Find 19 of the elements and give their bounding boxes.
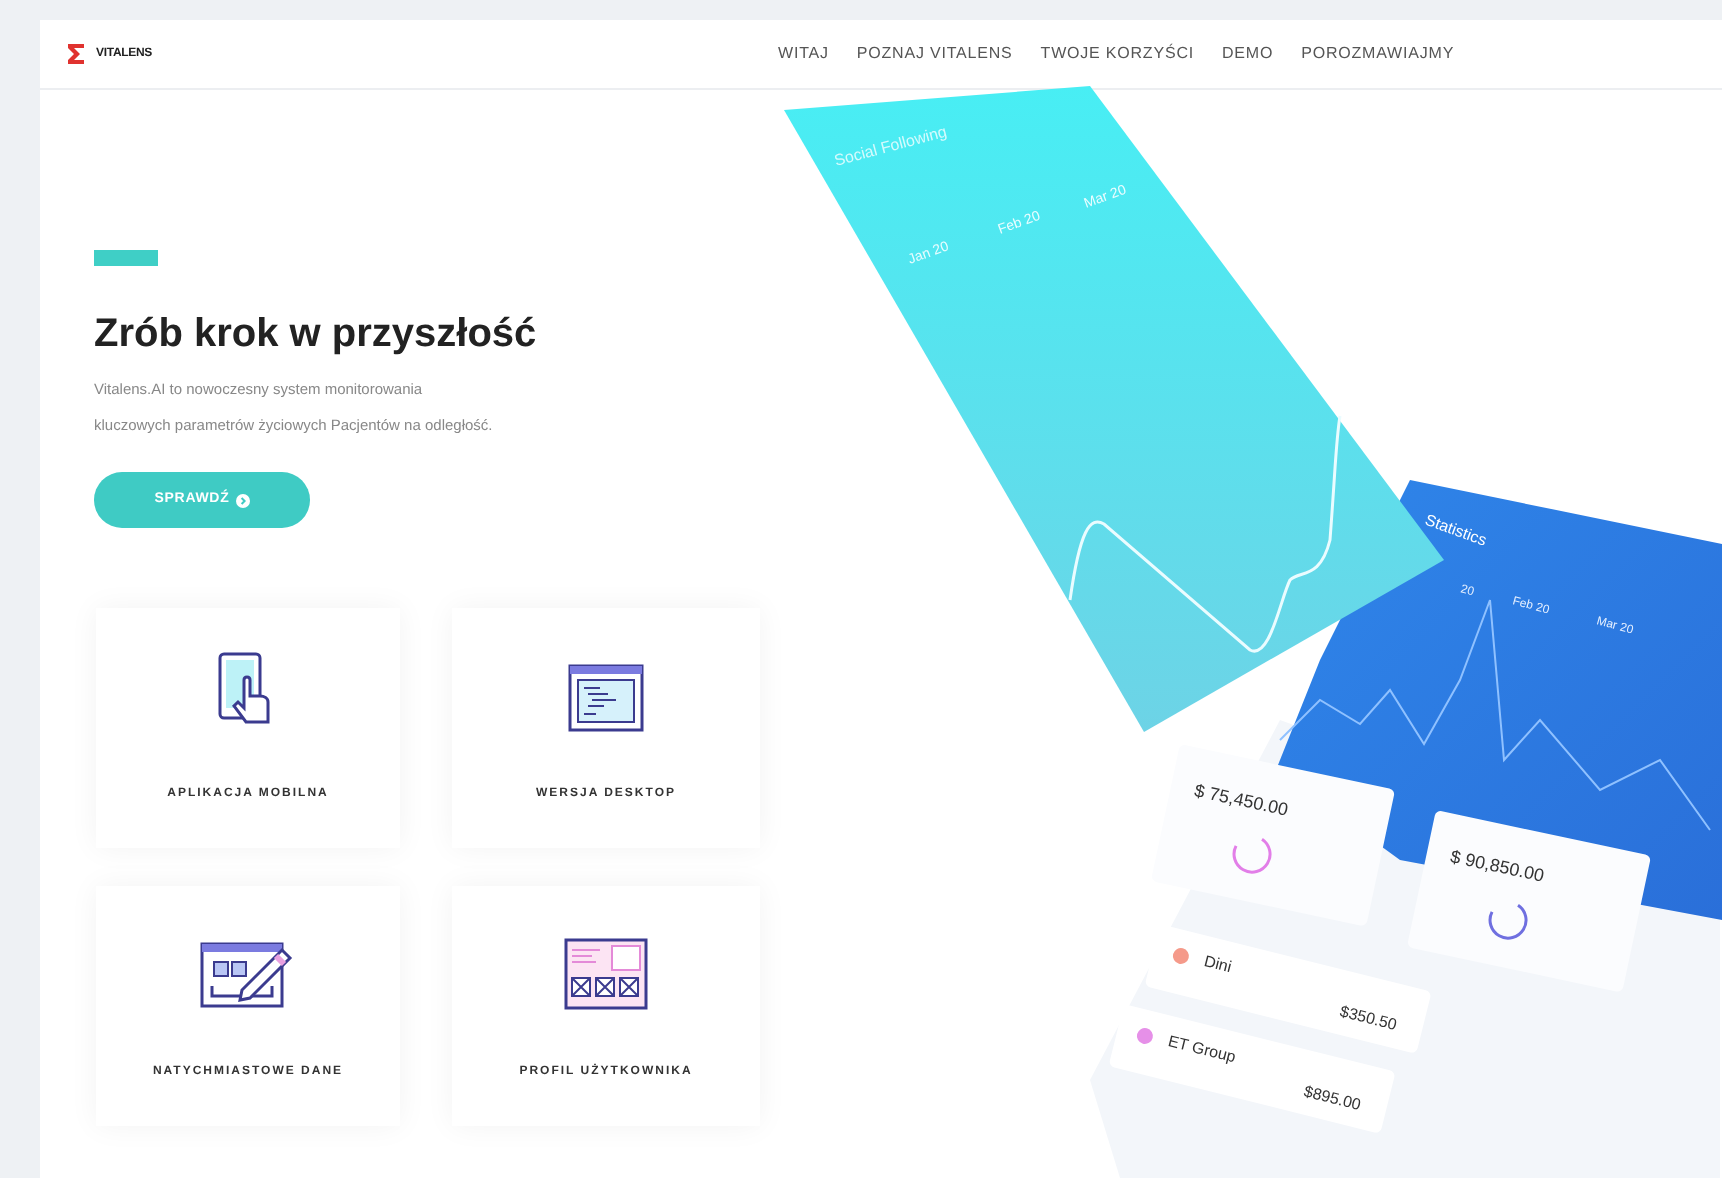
hero-heading: Zrób krok w przyszłość [94,310,539,360]
transaction-amount: $350.50 [1338,1002,1399,1034]
nav-link[interactable]: POZNAJ VITALENS [856,42,1013,66]
code-window-icon [568,664,644,732]
stat-amount: $ 75,450.00 [1192,780,1290,820]
window-pencil-icon [200,938,296,1010]
nav-link[interactable]: TWOJE KORZYŚCI [1040,42,1194,66]
profile-layout-icon [564,938,648,1010]
nav-link[interactable]: DEMO [1222,42,1274,66]
stat-amount: $ 90,850.00 [1448,846,1546,886]
nav-link[interactable]: WITAJ [778,42,829,66]
company-name: ET Group [1166,1032,1238,1067]
panel-title: Social Following [832,122,949,170]
nav-link[interactable]: POROZMAWIAJMY [1301,42,1455,66]
transaction-amount: $895.00 [1302,1082,1363,1114]
logo-icon [68,44,84,64]
accent-bar [94,250,158,266]
arrow-circle-icon [235,493,250,507]
company-name: Dini [1202,952,1234,977]
